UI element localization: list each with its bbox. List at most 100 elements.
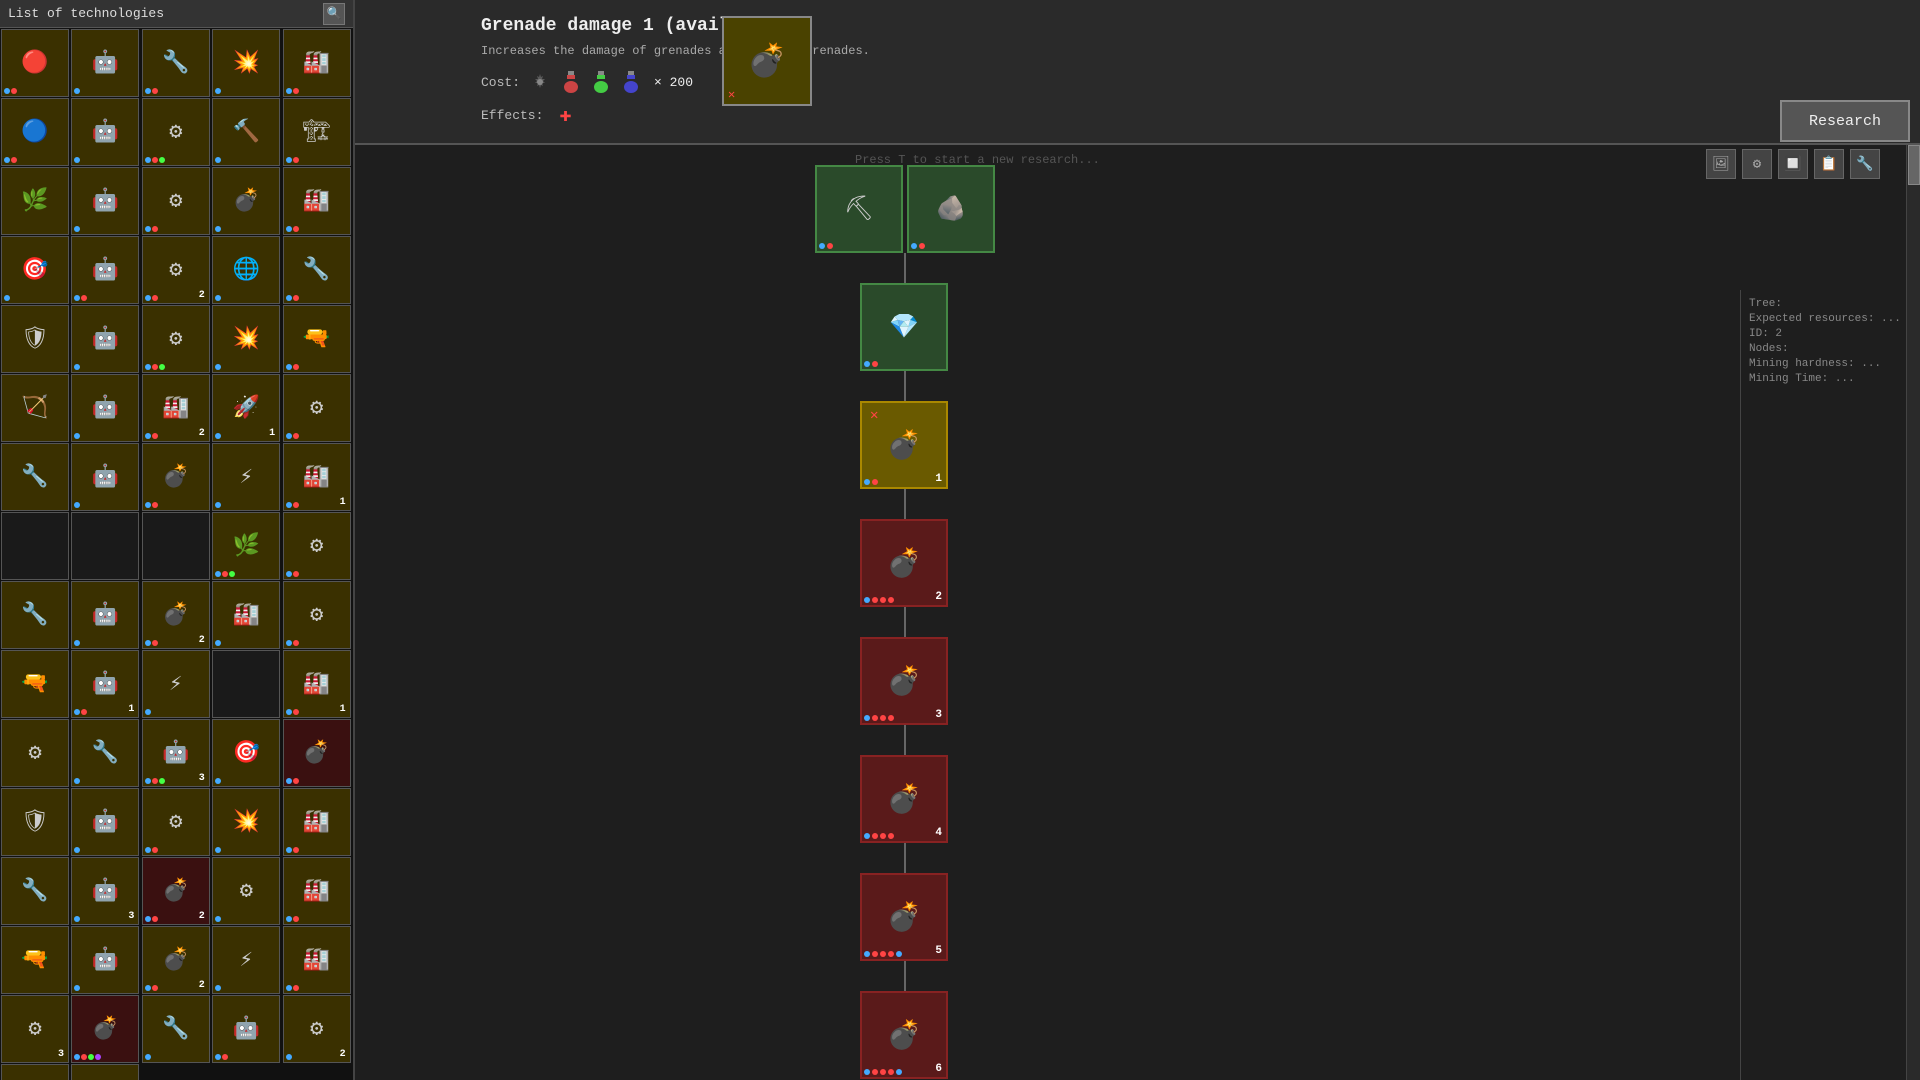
tech-cell-52[interactable]: 🤖3	[142, 719, 210, 787]
tech-cell-8[interactable]: 🔨	[212, 98, 280, 166]
research-button[interactable]: Research	[1780, 100, 1910, 142]
tech-cell-69[interactable]: 🏭	[283, 926, 351, 994]
tech-cell-64[interactable]: 🏭	[283, 857, 351, 925]
tech-cell-62[interactable]: 💣2	[142, 857, 210, 925]
tech-cell-53[interactable]: 🎯	[212, 719, 280, 787]
icon-btn-2[interactable]: ⚙	[1742, 149, 1772, 179]
tech-cell-26[interactable]: 🤖	[71, 374, 139, 442]
tech-cell-4[interactable]: 🏭	[283, 29, 351, 97]
tree-node-grenade-1[interactable]: 💣 ✕ 1	[860, 401, 948, 489]
scroll-bar-right[interactable]	[1906, 145, 1920, 1080]
tech-cell-33[interactable]: ⚡	[212, 443, 280, 511]
tree-node-ore[interactable]: 🪨	[907, 165, 995, 253]
tech-cell-72[interactable]: 🔧	[142, 995, 210, 1063]
tech-cell-70[interactable]: ⚙3	[1, 995, 69, 1063]
tech-cell-28[interactable]: 🚀1	[212, 374, 280, 442]
tech-cell-5[interactable]: 🔵	[1, 98, 69, 166]
tech-cell-21[interactable]: 🤖	[71, 305, 139, 373]
tech-cell-40[interactable]: 🔧	[1, 581, 69, 649]
tree-node-mid[interactable]: 💎	[860, 283, 948, 371]
tech-cell-16[interactable]: 🤖	[71, 236, 139, 304]
tech-cell-63[interactable]: ⚙	[212, 857, 280, 925]
tech-cell-6[interactable]: 🤖	[71, 98, 139, 166]
tech-cell-73[interactable]: 🤖	[212, 995, 280, 1063]
tech-cell-17[interactable]: ⚙2	[142, 236, 210, 304]
tech-cell-74[interactable]: ⚙2	[283, 995, 351, 1063]
tech-cell-39[interactable]: ⚙	[283, 512, 351, 580]
tech-cell-51[interactable]: 🔧	[71, 719, 139, 787]
tech-cell-56[interactable]: 🤖	[71, 788, 139, 856]
tech-cell-65[interactable]: 🔫	[1, 926, 69, 994]
tech-cell-25[interactable]: 🏹	[1, 374, 69, 442]
tech-cell-19[interactable]: 🔧	[283, 236, 351, 304]
tech-cell-27[interactable]: 🏭2	[142, 374, 210, 442]
tech-cell-32[interactable]: 💣	[142, 443, 210, 511]
tech-cell-34[interactable]: 🏭1	[283, 443, 351, 511]
tech-cell-15[interactable]: 🎯	[1, 236, 69, 304]
tech-cell-35[interactable]	[1, 512, 69, 580]
search-button[interactable]: 🔍	[323, 3, 345, 25]
cell-res-43	[215, 640, 221, 646]
tech-cell-31[interactable]: 🤖	[71, 443, 139, 511]
tech-cell-42[interactable]: 💣2	[142, 581, 210, 649]
icon-btn-3[interactable]: 🔲	[1778, 149, 1808, 179]
tech-cell-24[interactable]: 🔫	[283, 305, 351, 373]
tech-cell-71[interactable]: 💣	[71, 995, 139, 1063]
tech-cell-11[interactable]: 🤖	[71, 167, 139, 235]
tech-cell-67[interactable]: 💣2	[142, 926, 210, 994]
tech-cell-20[interactable]: 🛡	[1, 305, 69, 373]
cell-num-62: 2	[199, 911, 205, 922]
tree-node-grenade-2[interactable]: 💣 2	[860, 519, 948, 607]
tech-cell-7[interactable]: ⚙	[142, 98, 210, 166]
tree-node-grenade-4[interactable]: 💣 4	[860, 755, 948, 843]
tech-cell-3[interactable]: 💥	[212, 29, 280, 97]
tree-node-mining[interactable]: ⛏	[815, 165, 903, 253]
tech-cell-2[interactable]: 🔧	[142, 29, 210, 97]
tech-cell-66[interactable]: 🤖	[71, 926, 139, 994]
tech-cell-50[interactable]: ⚙	[1, 719, 69, 787]
tech-cell-59[interactable]: 🏭	[283, 788, 351, 856]
tech-cell-54[interactable]: 💣	[283, 719, 351, 787]
tech-cell-38[interactable]: 🌿	[212, 512, 280, 580]
tech-cell-47[interactable]: ⚡	[142, 650, 210, 718]
icon-btn-5[interactable]: 🔧	[1850, 149, 1880, 179]
tech-cell-36[interactable]	[71, 512, 139, 580]
tech-cell-23[interactable]: 💥	[212, 305, 280, 373]
tech-cell-45[interactable]: 🔫	[1, 650, 69, 718]
icon-btn-4[interactable]: 📋	[1814, 149, 1844, 179]
tech-cell-37[interactable]	[142, 512, 210, 580]
tech-cell-49[interactable]: 🏭1	[283, 650, 351, 718]
tech-cell-44[interactable]: ⚙	[283, 581, 351, 649]
tech-cell-57[interactable]: ⚙	[142, 788, 210, 856]
tech-cell-22[interactable]: ⚙	[142, 305, 210, 373]
tech-cell-14[interactable]: 🏭	[283, 167, 351, 235]
scroll-thumb-right[interactable]	[1908, 145, 1920, 185]
tech-cell-43[interactable]: 🏭	[212, 581, 280, 649]
tree-node-grenade-6[interactable]: 💣 6	[860, 991, 948, 1079]
tech-cell-48[interactable]	[212, 650, 280, 718]
tech-cell-55[interactable]: 🛡	[1, 788, 69, 856]
tech-cell-58[interactable]: 💥	[212, 788, 280, 856]
tech-cell-9[interactable]: 🏗	[283, 98, 351, 166]
tech-cell-76[interactable]: 💣	[71, 1064, 139, 1080]
tech-cell-12[interactable]: ⚙	[142, 167, 210, 235]
tech-cell-41[interactable]: 🤖	[71, 581, 139, 649]
cell-emoji-66: 🤖	[92, 947, 119, 973]
tech-cell-30[interactable]: 🔧	[1, 443, 69, 511]
tech-cell-0[interactable]: 🔴	[1, 29, 69, 97]
tech-cell-75[interactable]: 🏭	[1, 1064, 69, 1080]
tree-node-grenade-3[interactable]: 💣 3	[860, 637, 948, 725]
tech-cell-18[interactable]: 🌐	[212, 236, 280, 304]
tech-cell-60[interactable]: 🔧	[1, 857, 69, 925]
tech-cell-13[interactable]: 💣	[212, 167, 280, 235]
tech-cell-1[interactable]: 🤖	[71, 29, 139, 97]
tech-cell-46[interactable]: 🤖1	[71, 650, 139, 718]
tech-cell-29[interactable]: ⚙	[283, 374, 351, 442]
icon-btn-1[interactable]: 🖼	[1706, 149, 1736, 179]
tree-node-grenade-5[interactable]: 💣 5	[860, 873, 948, 961]
tech-cell-68[interactable]: ⚡	[212, 926, 280, 994]
tree-node-num-1: 1	[935, 473, 942, 485]
tech-cell-10[interactable]: 🌿	[1, 167, 69, 235]
res-dot-cell-58-0	[215, 847, 221, 853]
tech-cell-61[interactable]: 🤖3	[71, 857, 139, 925]
